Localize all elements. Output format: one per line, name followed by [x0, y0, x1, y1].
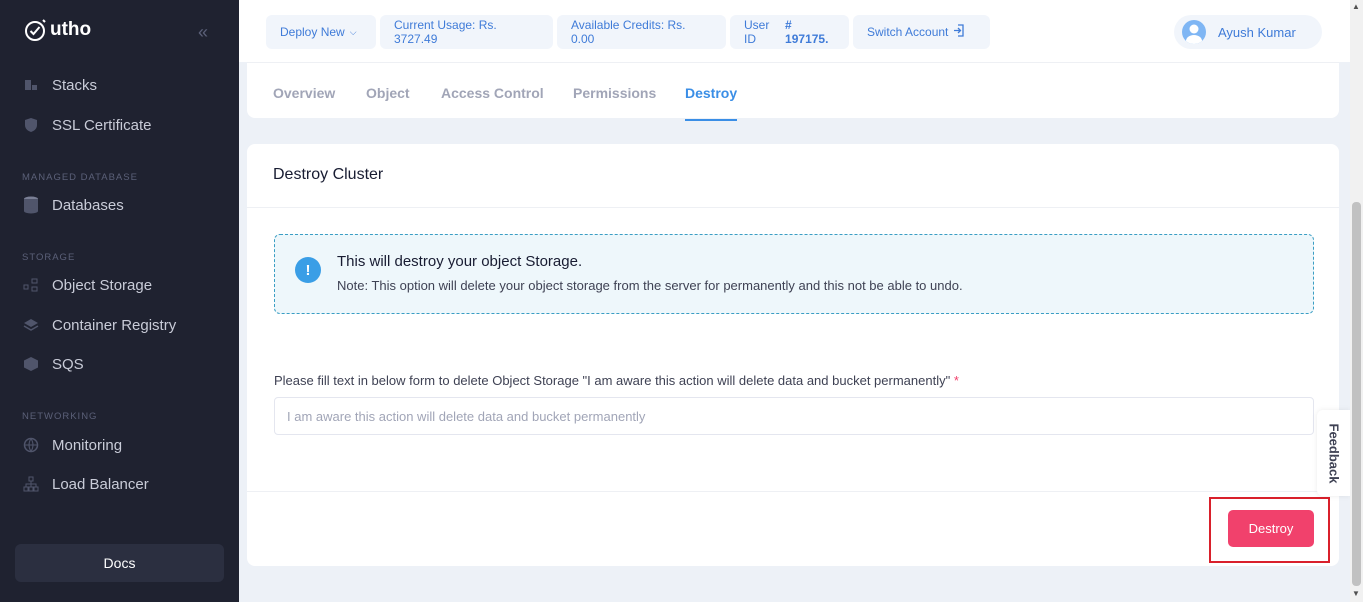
user-id-value: # 197175. [785, 18, 829, 46]
alert-note: Note: This option will delete your objec… [337, 278, 963, 293]
sidebar-item-label: Container Registry [52, 316, 177, 334]
deploy-new-button[interactable]: Deploy New ⌵ [266, 15, 376, 49]
scroll-up-icon[interactable]: ▲ [1352, 2, 1360, 11]
top-bar: Deploy New ⌵ Current Usage: Rs. 3727.49 … [239, 0, 1350, 62]
sidebar-item-label: Object Storage [52, 276, 153, 294]
switch-account-button[interactable]: Switch Account [853, 15, 990, 49]
scrollbar-thumb[interactable] [1352, 202, 1361, 586]
destroy-button[interactable]: Destroy [1228, 510, 1314, 547]
sidebar-item-label: SQS [52, 355, 84, 373]
sidebar-item-ssl-certificate[interactable]: SSL Certificate [22, 116, 152, 134]
feedback-tab[interactable]: Feedback [1317, 410, 1350, 496]
object-storage-icon [22, 276, 40, 294]
sidebar-item-label: Databases [52, 196, 124, 214]
sidebar-item-stacks[interactable]: Stacks [22, 76, 97, 94]
sidebar-item-container-registry[interactable]: Container Registry [22, 316, 176, 334]
destroy-card: Destroy Cluster ! This will destroy your… [247, 144, 1339, 566]
tab-permissions[interactable]: Permissions [573, 85, 656, 101]
layers-icon [22, 316, 40, 334]
user-id-label: User ID [744, 18, 770, 46]
user-id-badge[interactable]: User ID # 197175. [730, 15, 849, 49]
tabs-bar: Overview Object Access Control Permissio… [247, 62, 1339, 121]
sidebar-item-object-storage[interactable]: Object Storage [22, 276, 152, 294]
section-storage: STORAGE [22, 252, 76, 263]
network-icon [22, 475, 40, 493]
tab-overview[interactable]: Overview [273, 85, 335, 101]
confirm-text-input[interactable] [274, 397, 1314, 435]
available-credits-badge[interactable]: Available Credits: Rs. 0.00 [557, 15, 726, 49]
login-icon [953, 24, 965, 40]
sidebar-item-label: Monitoring [52, 436, 123, 454]
deploy-new-label: Deploy New [280, 25, 345, 39]
sidebar-item-label: Load Balancer [52, 475, 149, 493]
alert-title: This will destroy your object Storage. [337, 253, 583, 270]
available-credits-text: Available Credits: Rs. 0.00 [571, 18, 686, 46]
divider [247, 491, 1339, 492]
user-menu[interactable]: Ayush Kumar [1174, 15, 1322, 49]
section-networking: NETWORKING [22, 411, 98, 422]
database-icon [22, 196, 40, 214]
sidebar-item-label: Stacks [52, 76, 98, 94]
stacks-icon [22, 76, 40, 94]
switch-account-label: Switch Account [867, 25, 949, 39]
user-name: Ayush Kumar [1218, 24, 1296, 40]
tab-object[interactable]: Object [366, 85, 410, 101]
confirm-text-label: Please fill text in below form to delete… [274, 373, 959, 388]
globe-icon [22, 436, 40, 454]
current-usage-text: Current Usage: Rs. 3727.49 [394, 18, 497, 46]
avatar [1182, 20, 1206, 44]
feedback-label: Feedback [1326, 423, 1342, 483]
sidebar-item-databases[interactable]: Databases [22, 196, 124, 214]
tab-access-control[interactable]: Access Control [441, 85, 544, 101]
exclamation-icon: ! [295, 257, 321, 283]
confirm-text-label-text: Please fill text in below form to delete… [274, 373, 951, 388]
required-mark: * [953, 373, 959, 388]
divider [247, 207, 1339, 208]
brand-logo[interactable]: utho [24, 18, 91, 42]
sidebar-item-label: SSL Certificate [52, 116, 152, 134]
chevron-down-icon: ⌵ [349, 26, 357, 37]
tab-destroy[interactable]: Destroy [685, 85, 738, 121]
logo-icon [25, 19, 46, 41]
scroll-down-icon[interactable]: ▼ [1352, 589, 1360, 598]
sidebar-item-sqs[interactable]: SQS [22, 355, 84, 373]
current-usage-badge[interactable]: Current Usage: Rs. 3727.49 [380, 15, 553, 49]
card-title: Destroy Cluster [273, 166, 384, 183]
shield-icon [22, 116, 40, 134]
section-managed-database: MANAGED DATABASE [22, 172, 138, 183]
sidebar-item-monitoring[interactable]: Monitoring [22, 436, 122, 454]
collapse-sidebar-icon[interactable]: « [198, 22, 208, 43]
sidebar: utho « Stacks SSL Certificate MANAGED DA… [0, 0, 239, 602]
page-scrollbar[interactable]: ▲ ▼ [1350, 0, 1363, 602]
brand-name: utho [50, 19, 92, 40]
cube-icon [22, 355, 40, 373]
sidebar-item-load-balancer[interactable]: Load Balancer [22, 475, 149, 493]
docs-button[interactable]: Docs [15, 544, 224, 582]
warning-alert: ! This will destroy your object Storage.… [274, 234, 1314, 314]
